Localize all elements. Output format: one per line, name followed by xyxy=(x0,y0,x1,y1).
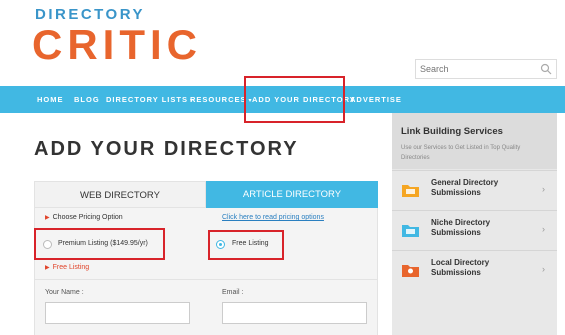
sidebar-item-general[interactable]: General Directory Submissions › xyxy=(392,170,557,210)
logo-main-text[interactable]: CRITIC xyxy=(32,22,202,68)
sidebar-item-niche[interactable]: Niche Directory Submissions › xyxy=(392,210,557,250)
chevron-right-icon: › xyxy=(542,264,545,274)
tab-web-directory[interactable]: WEB DIRECTORY xyxy=(34,181,206,208)
chevron-right-icon: › xyxy=(542,184,545,194)
main-nav: HOME BLOG DIRECTORY LISTS ▾ RESOURCES ▾ AD… xyxy=(0,86,565,113)
nav-item-advertise[interactable]: ADVERTISE xyxy=(350,86,402,113)
divider xyxy=(34,279,378,280)
nav-item-resources[interactable]: RESOURCES ▾ xyxy=(190,86,253,113)
folder-icon xyxy=(402,185,419,197)
nav-item-directory-lists[interactable]: DIRECTORY LISTS ▾ xyxy=(106,86,194,113)
nav-label: ADVERTISE xyxy=(350,95,402,104)
sidebar-item-label: Niche Directory Submissions xyxy=(431,218,491,237)
selected-listing-text: Free Listing xyxy=(52,264,90,271)
sidebar-item-local[interactable]: Local Directory Submissions › xyxy=(392,250,557,290)
nav-label: BLOG xyxy=(74,95,100,104)
search-box xyxy=(415,59,557,79)
search-input[interactable] xyxy=(416,60,540,78)
name-field[interactable] xyxy=(45,302,190,324)
name-label: Your Name : xyxy=(45,289,84,296)
nav-label: RESOURCES xyxy=(190,95,247,104)
folder-icon xyxy=(402,225,419,237)
sidebar-description: Use our Services to Get Listed in Top Qu… xyxy=(401,145,521,161)
selected-listing-note: ▶ Free Listing xyxy=(45,264,89,271)
sidebar-item-label: Local Directory Submissions xyxy=(431,258,490,277)
search-icon[interactable] xyxy=(540,63,552,75)
choose-pricing-text: Choose Pricing Option xyxy=(52,214,123,221)
nav-label: HOME xyxy=(37,95,64,104)
premium-listing-label[interactable]: Premium Listing ($149.95/yr) xyxy=(58,240,148,247)
sidebar: Link Building Services Use our Services … xyxy=(392,113,557,335)
nav-label: ADD YOUR DIRECTORY xyxy=(252,95,356,104)
arrow-right-icon: ▶ xyxy=(45,215,50,221)
directory-tabs: WEB DIRECTORY ARTICLE DIRECTORY xyxy=(34,181,378,208)
read-pricing-link[interactable]: Click here to read pricing options xyxy=(222,214,324,221)
email-label: Email : xyxy=(222,289,244,296)
nav-item-add-your-directory[interactable]: ADD YOUR DIRECTORY xyxy=(252,86,356,113)
sidebar-item-label: General Directory Submissions xyxy=(431,178,499,197)
nav-item-blog[interactable]: BLOG xyxy=(74,86,100,113)
free-listing-label[interactable]: Free Listing xyxy=(232,240,269,247)
chevron-right-icon: › xyxy=(542,224,545,234)
tab-article-directory[interactable]: ARTICLE DIRECTORY xyxy=(206,181,378,208)
free-listing-radio[interactable] xyxy=(216,240,225,249)
page: DIRECTORY CRITIC HOME BLOG DIRECTORY LIS… xyxy=(0,0,565,335)
choose-pricing-label: ▶ Choose Pricing Option xyxy=(45,214,123,221)
premium-listing-radio[interactable] xyxy=(43,240,52,249)
sidebar-header: Link Building Services Use our Services … xyxy=(392,113,557,169)
email-field[interactable] xyxy=(222,302,367,324)
page-title: ADD YOUR DIRECTORY xyxy=(34,138,299,160)
sidebar-title: Link Building Services xyxy=(401,126,503,137)
nav-label: DIRECTORY LISTS xyxy=(106,95,188,104)
nav-item-home[interactable]: HOME xyxy=(37,86,64,113)
arrow-right-icon: ▶ xyxy=(45,265,50,271)
map-pin-folder-icon xyxy=(402,265,419,277)
